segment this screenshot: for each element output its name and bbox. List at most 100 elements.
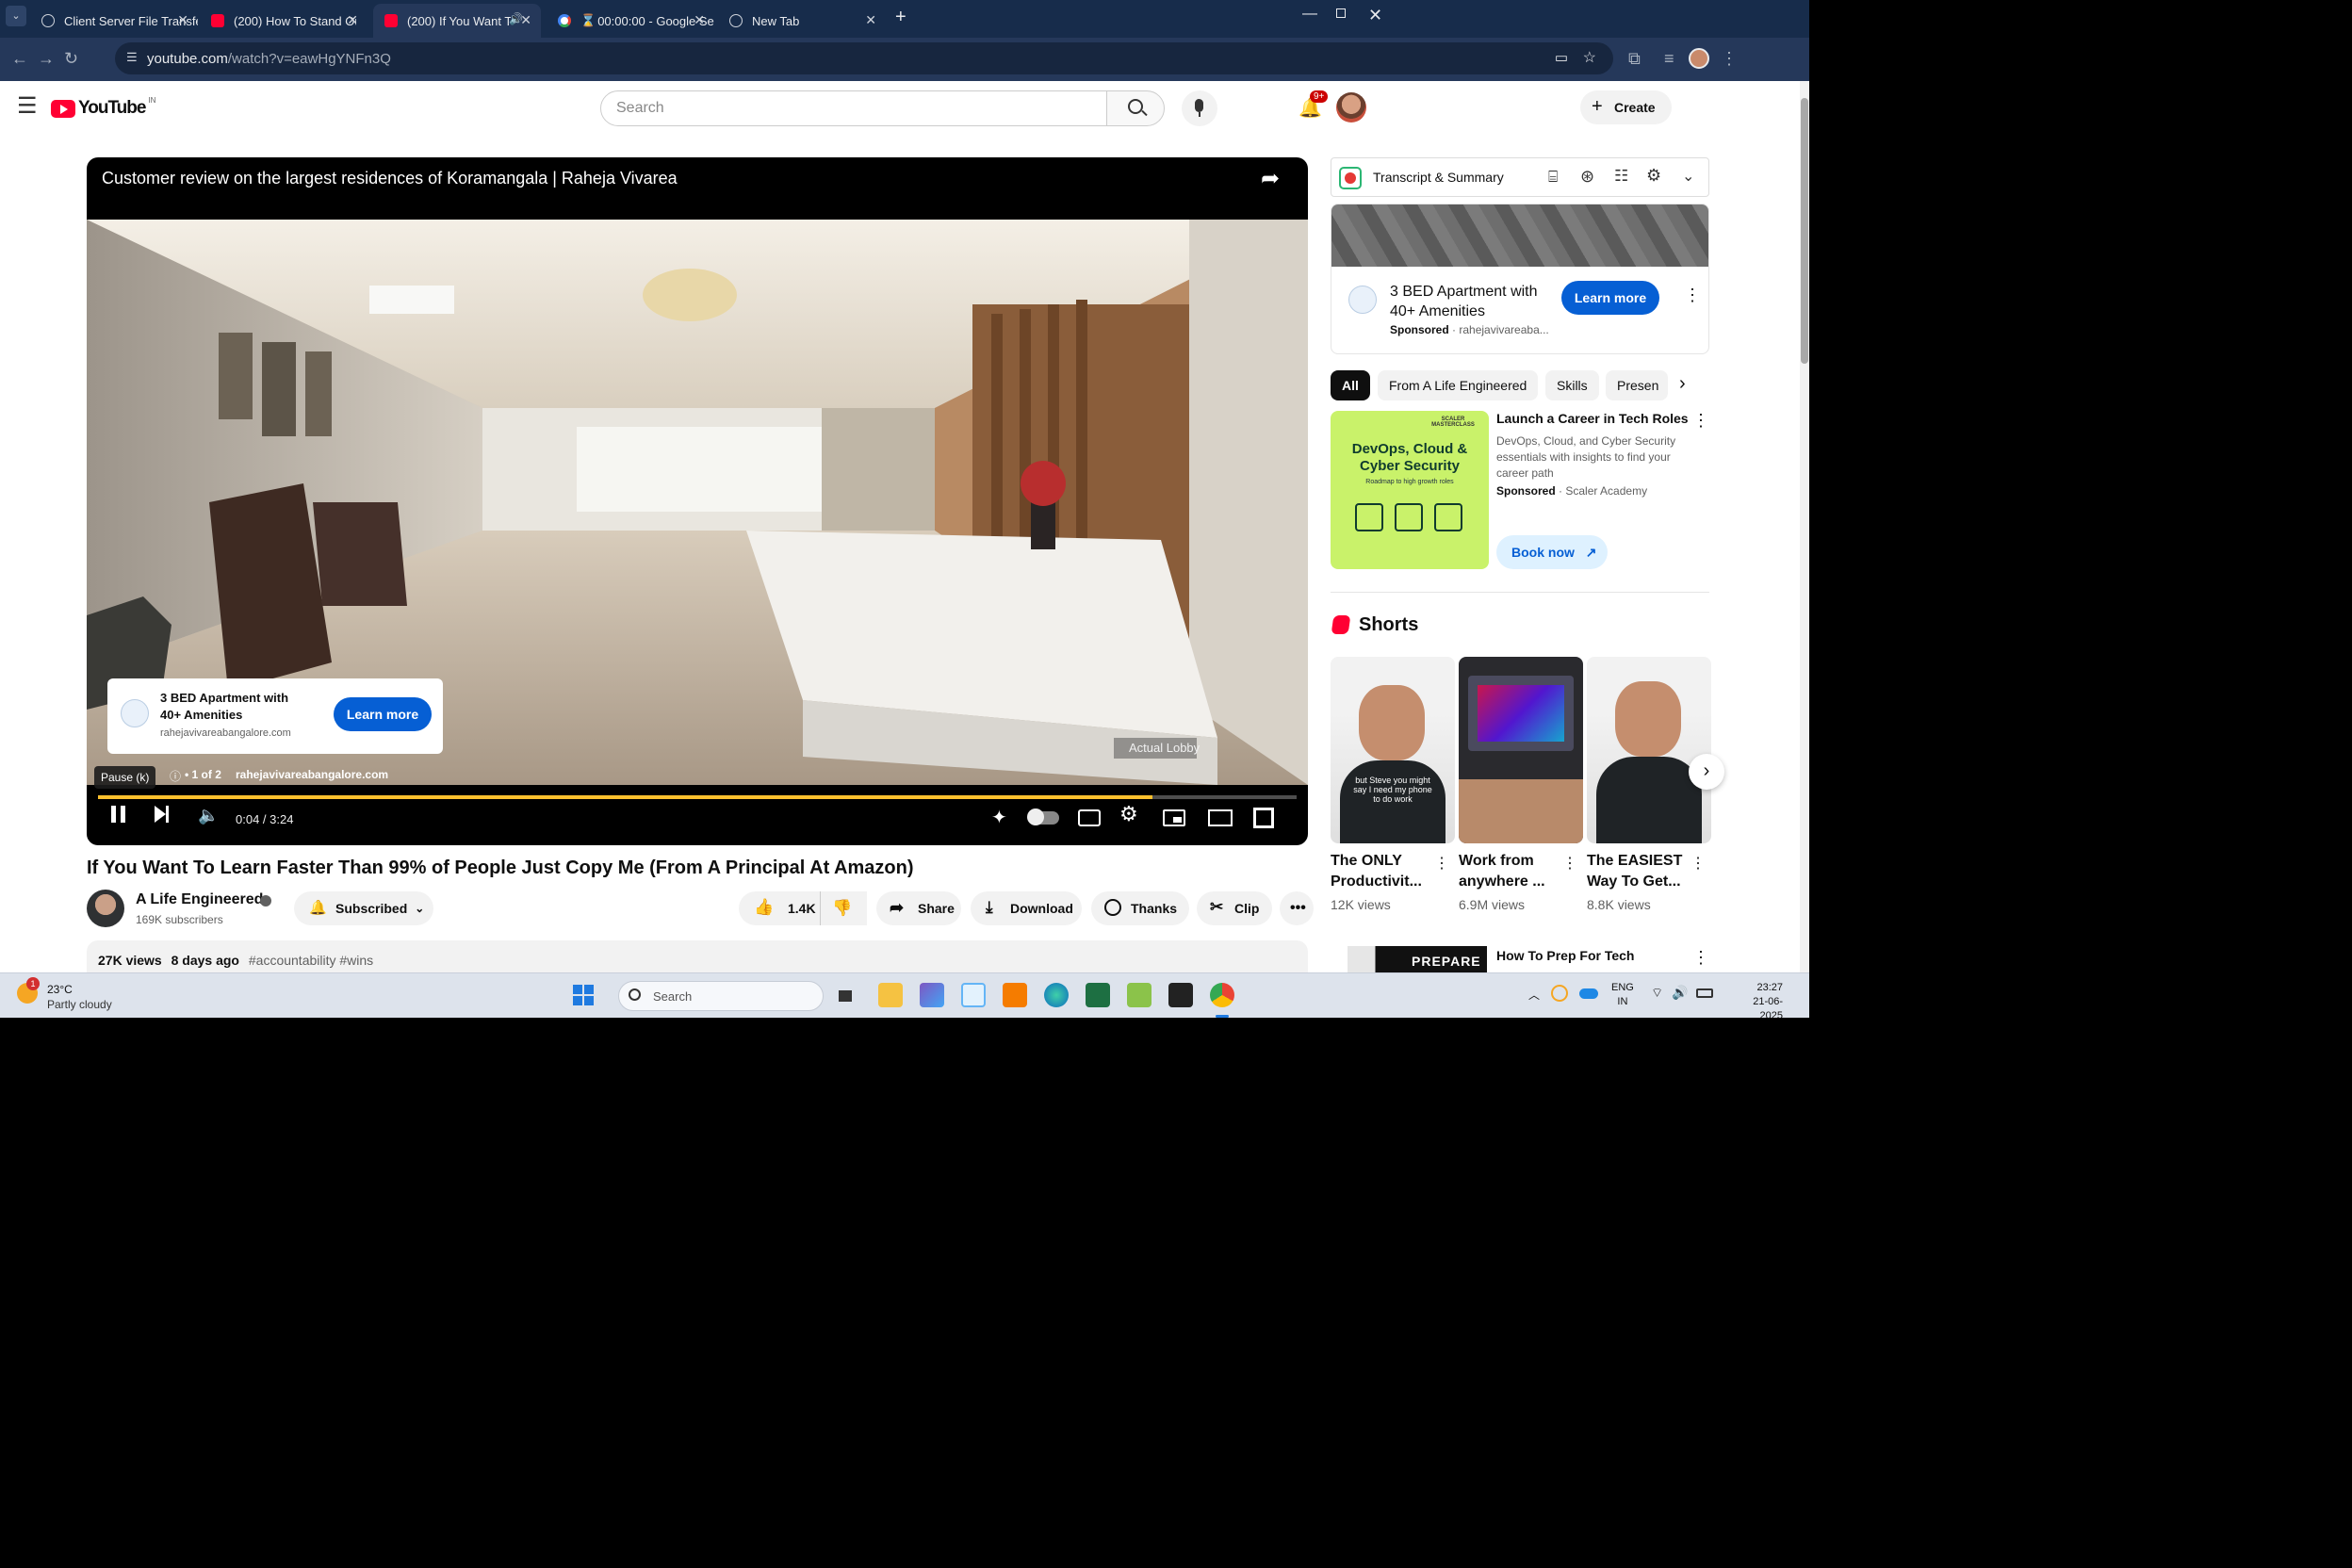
chrome-icon[interactable] bbox=[1210, 983, 1234, 1007]
vlc-app-icon[interactable] bbox=[1003, 983, 1027, 1007]
robot-icon[interactable]: ⌸ bbox=[1548, 168, 1558, 187]
chip-from-channel[interactable]: From A Life Engineered bbox=[1378, 370, 1539, 400]
account-avatar[interactable] bbox=[1336, 92, 1366, 122]
short-title-1[interactable]: The ONLY Productivit... bbox=[1331, 851, 1434, 892]
close-tab-icon[interactable]: ✕ bbox=[347, 12, 358, 28]
close-window-button[interactable]: ✕ bbox=[1368, 6, 1382, 25]
close-tab-icon[interactable]: ✕ bbox=[177, 12, 188, 28]
settings-gear-icon[interactable]: ⚙ bbox=[1119, 802, 1138, 826]
transcript-icon[interactable]: ☷ bbox=[1614, 167, 1628, 186]
short-thumbnail-3[interactable] bbox=[1587, 657, 1711, 843]
create-button[interactable]: + Create bbox=[1580, 90, 1672, 124]
close-tab-icon[interactable]: ✕ bbox=[865, 12, 876, 28]
url-bar[interactable]: ☰ youtube.com/watch?v=eawHgYNFn3Q ▭ ☆ bbox=[115, 42, 1613, 74]
video-player[interactable]: Actual Lobby Customer review on the larg… bbox=[87, 157, 1308, 845]
ai-sparkle-button[interactable]: ✦ bbox=[991, 806, 1007, 829]
subscribed-button[interactable]: 🔔 Subscribed ⌄ bbox=[294, 891, 433, 925]
back-icon[interactable]: ← bbox=[11, 49, 28, 69]
player-overlay-title[interactable]: Customer review on the largest residence… bbox=[102, 169, 678, 188]
more-vertical-icon[interactable]: ⋮ bbox=[1434, 854, 1449, 873]
wifi-icon[interactable]: ⌔ bbox=[1651, 985, 1663, 1002]
clock[interactable]: 23:27 21-06-2025 bbox=[1730, 981, 1783, 1018]
new-tab-button[interactable]: + bbox=[895, 7, 906, 28]
minimize-button[interactable]: — bbox=[1302, 6, 1317, 23]
onedrive-icon[interactable] bbox=[1579, 988, 1598, 999]
photos-app-icon[interactable] bbox=[920, 983, 944, 1007]
share-arrow-icon[interactable]: ➦ bbox=[1261, 165, 1280, 192]
scrollbar-thumb[interactable] bbox=[1801, 98, 1808, 364]
chart-app-icon[interactable] bbox=[1127, 983, 1152, 1007]
ad-info-icon[interactable]: ⓘ bbox=[170, 768, 181, 784]
download-button[interactable]: ⤓ Download bbox=[971, 891, 1082, 925]
short-title-2[interactable]: Work from anywhere ... bbox=[1459, 851, 1562, 892]
player-ad-card[interactable]: 3 BED Apartment with 40+ Amenities rahej… bbox=[107, 678, 443, 754]
settings-gear-icon[interactable]: ⚙ bbox=[1646, 166, 1661, 186]
subtitles-icon[interactable] bbox=[1078, 809, 1101, 826]
reload-icon[interactable]: ↻ bbox=[64, 49, 78, 69]
ad-domain-strip[interactable]: rahejavivareabangalore.com bbox=[236, 768, 388, 781]
more-vertical-icon[interactable]: ⋮ bbox=[1684, 286, 1701, 305]
channel-avatar[interactable] bbox=[87, 890, 124, 927]
progress-bar[interactable] bbox=[98, 795, 1297, 799]
more-vertical-icon[interactable]: ⋮ bbox=[1692, 411, 1709, 431]
bookmark-star-icon[interactable]: ☆ bbox=[1583, 48, 1596, 67]
more-vertical-icon[interactable]: ⋮ bbox=[1692, 948, 1709, 968]
media-control-icon[interactable]: ≡ bbox=[1664, 49, 1674, 69]
theater-mode-icon[interactable] bbox=[1208, 809, 1233, 826]
extensions-icon[interactable]: ⧉ bbox=[1628, 49, 1641, 69]
promo-title[interactable]: Launch a Career in Tech Roles bbox=[1496, 411, 1689, 426]
youtube-logo[interactable]: YouTube IN bbox=[51, 96, 155, 119]
browser-tab-5[interactable]: New Tab ✕ bbox=[718, 4, 886, 38]
browser-tab-1[interactable]: Client Server File Transfer ✕ bbox=[30, 4, 198, 38]
clip-button[interactable]: ✂ Clip bbox=[1197, 891, 1272, 925]
task-view-icon[interactable] bbox=[835, 983, 859, 1007]
short-thumbnail-1[interactable]: but Steve you might say I need my phone … bbox=[1331, 657, 1455, 843]
search-button[interactable] bbox=[1106, 90, 1165, 126]
chevron-right-icon[interactable]: › bbox=[1679, 373, 1686, 395]
hamburger-menu-icon[interactable]: ☰ bbox=[17, 92, 38, 120]
chip-all[interactable]: All bbox=[1331, 370, 1370, 400]
short-thumbnail-2[interactable] bbox=[1459, 657, 1583, 843]
more-vertical-icon[interactable]: ⋮ bbox=[1690, 854, 1706, 873]
pause-button[interactable] bbox=[111, 806, 125, 827]
sidebar-ad-learn-more-button[interactable]: Learn more bbox=[1561, 281, 1659, 315]
promo-thumbnail[interactable]: SCALER MASTERCLASS DevOps, Cloud & Cyber… bbox=[1331, 411, 1489, 569]
shorts-next-button[interactable]: › bbox=[1689, 754, 1724, 790]
battery-icon[interactable] bbox=[1696, 988, 1713, 998]
miniplayer-icon[interactable] bbox=[1163, 809, 1185, 826]
openai-icon[interactable]: ⊛ bbox=[1580, 167, 1594, 187]
language-indicator[interactable]: ENG IN bbox=[1611, 981, 1634, 1009]
more-vertical-icon[interactable]: ⋮ bbox=[1562, 854, 1577, 873]
browser-menu-icon[interactable]: ⋮ bbox=[1721, 49, 1738, 69]
forward-icon[interactable]: → bbox=[38, 49, 55, 69]
edge-browser-icon[interactable] bbox=[1044, 983, 1069, 1007]
profile-avatar[interactable] bbox=[1689, 48, 1709, 69]
share-button[interactable]: ➦ Share bbox=[876, 891, 961, 925]
autoplay-toggle[interactable] bbox=[1027, 808, 1059, 825]
excel-icon[interactable] bbox=[1086, 983, 1110, 1007]
mute-button[interactable]: 🔈 bbox=[198, 806, 219, 825]
transcript-extension-bar[interactable]: Transcript & Summary ⌸ ⊛ ☷ ⚙ ⌄ bbox=[1331, 157, 1709, 197]
next-video-thumbnail[interactable]: PREPARE bbox=[1348, 946, 1487, 972]
browser-tab-4[interactable]: ⌛ 00:00:00 - Google Search ✕ bbox=[547, 4, 714, 38]
tab-list-button[interactable]: ⌄ bbox=[6, 6, 26, 26]
ad-learn-more-button[interactable]: Learn more bbox=[334, 697, 432, 731]
hashtags[interactable]: #accountability #wins bbox=[249, 953, 373, 968]
thanks-button[interactable]: Thanks bbox=[1091, 891, 1189, 925]
show-hidden-icons[interactable]: ︿ bbox=[1528, 987, 1540, 1003]
terminal-icon[interactable] bbox=[1168, 983, 1193, 1007]
cast-icon[interactable]: ▭ bbox=[1555, 49, 1568, 66]
short-title-3[interactable]: The EASIEST Way To Get... bbox=[1587, 851, 1690, 892]
chip-presen[interactable]: Presen bbox=[1606, 370, 1668, 400]
more-actions-button[interactable]: ••• bbox=[1280, 891, 1314, 925]
chip-skills[interactable]: Skills bbox=[1545, 370, 1599, 400]
volume-icon[interactable]: 🔊 bbox=[1672, 985, 1688, 1001]
taskbar-search-input[interactable]: Search bbox=[618, 981, 824, 1011]
file-explorer-icon[interactable] bbox=[878, 983, 903, 1007]
channel-name[interactable]: A Life Engineered bbox=[136, 891, 263, 908]
next-button[interactable] bbox=[155, 806, 169, 827]
fullscreen-icon[interactable] bbox=[1253, 808, 1274, 828]
close-tab-icon[interactable]: ✕ bbox=[694, 12, 705, 28]
search-input[interactable]: Search bbox=[600, 90, 1107, 126]
book-now-button[interactable]: Book now ↗ bbox=[1496, 535, 1608, 569]
